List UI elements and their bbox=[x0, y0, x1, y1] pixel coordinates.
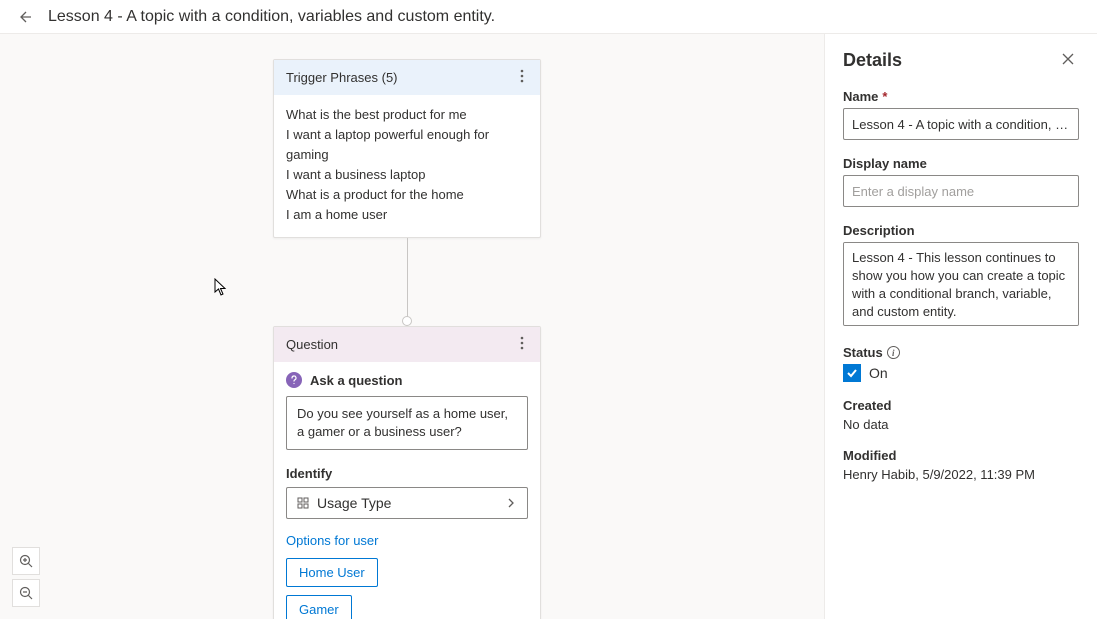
close-icon bbox=[1061, 52, 1075, 66]
option-chip[interactable]: Home User bbox=[286, 558, 378, 587]
identify-entity-select[interactable]: Usage Type bbox=[286, 487, 528, 519]
zoom-in-icon bbox=[19, 554, 33, 568]
display-name-label: Display name bbox=[843, 156, 1079, 171]
identify-value: Usage Type bbox=[317, 495, 391, 511]
status-checkbox[interactable] bbox=[843, 364, 861, 382]
description-input[interactable] bbox=[843, 242, 1079, 326]
trigger-phrases-list: What is the best product for me I want a… bbox=[274, 95, 540, 237]
trigger-phrase: I am a home user bbox=[286, 205, 528, 225]
modified-value: Henry Habib, 5/9/2022, 11:39 PM bbox=[843, 467, 1079, 482]
created-label: Created bbox=[843, 398, 1079, 413]
flow-column: Trigger Phrases (5) What is the best pro… bbox=[273, 59, 541, 619]
connector-line bbox=[407, 238, 408, 318]
arrow-left-icon bbox=[16, 9, 32, 25]
zoom-controls bbox=[12, 547, 40, 607]
status-text: On bbox=[869, 365, 888, 381]
trigger-phrase: What is a product for the home bbox=[286, 185, 528, 205]
question-icon bbox=[286, 372, 302, 388]
display-name-field: Display name bbox=[843, 156, 1079, 207]
connector-add-point[interactable] bbox=[402, 316, 412, 326]
status-label: Status bbox=[843, 345, 883, 360]
entity-icon bbox=[297, 497, 309, 509]
page-title: Lesson 4 - A topic with a condition, var… bbox=[48, 8, 495, 26]
question-node[interactable]: Question Ask a question Do you see yours… bbox=[273, 326, 541, 619]
display-name-input[interactable] bbox=[843, 175, 1079, 207]
authoring-canvas[interactable]: Trigger Phrases (5) What is the best pro… bbox=[0, 34, 824, 619]
created-field: Created No data bbox=[843, 398, 1079, 432]
trigger-phrase: What is the best product for me bbox=[286, 105, 528, 125]
description-field: Description bbox=[843, 223, 1079, 329]
mouse-cursor-icon bbox=[214, 278, 228, 296]
back-button[interactable] bbox=[12, 5, 36, 29]
identify-label: Identify bbox=[274, 462, 540, 487]
status-field: Status i On bbox=[843, 345, 1079, 382]
name-label: Name bbox=[843, 89, 878, 104]
details-panel: Details Name * Display name Description … bbox=[824, 34, 1097, 619]
details-title: Details bbox=[843, 50, 902, 71]
page-header: Lesson 4 - A topic with a condition, var… bbox=[0, 0, 1097, 34]
trigger-phrase: I want a business laptop bbox=[286, 165, 528, 185]
question-more-button[interactable] bbox=[516, 336, 528, 353]
trigger-node-header: Trigger Phrases (5) bbox=[274, 60, 540, 95]
more-vertical-icon bbox=[520, 69, 524, 83]
created-value: No data bbox=[843, 417, 1079, 432]
chevron-right-icon bbox=[505, 497, 517, 509]
name-field: Name * bbox=[843, 89, 1079, 140]
zoom-in-button[interactable] bbox=[12, 547, 40, 575]
name-input[interactable] bbox=[843, 108, 1079, 140]
zoom-out-icon bbox=[19, 586, 33, 600]
option-chip[interactable]: Gamer bbox=[286, 595, 352, 619]
details-header: Details bbox=[843, 48, 1079, 73]
options-for-user-link[interactable]: Options for user bbox=[274, 531, 540, 558]
required-marker: * bbox=[882, 89, 887, 104]
more-vertical-icon bbox=[520, 336, 524, 350]
check-icon bbox=[846, 367, 858, 379]
question-text-input[interactable]: Do you see yourself as a home user, a ga… bbox=[286, 396, 528, 450]
info-icon[interactable]: i bbox=[887, 346, 900, 359]
modified-label: Modified bbox=[843, 448, 1079, 463]
trigger-phrase: I want a laptop powerful enough for gami… bbox=[286, 125, 528, 165]
question-header-label: Question bbox=[286, 337, 338, 352]
ask-question-label: Ask a question bbox=[310, 373, 402, 388]
modified-field: Modified Henry Habib, 5/9/2022, 11:39 PM bbox=[843, 448, 1079, 482]
ask-question-row: Ask a question bbox=[274, 362, 540, 396]
user-options-list: Home User Gamer Business User bbox=[274, 558, 540, 619]
trigger-phrases-node[interactable]: Trigger Phrases (5) What is the best pro… bbox=[273, 59, 541, 238]
question-node-header: Question bbox=[274, 327, 540, 362]
description-label: Description bbox=[843, 223, 1079, 238]
close-details-button[interactable] bbox=[1057, 48, 1079, 73]
zoom-out-button[interactable] bbox=[12, 579, 40, 607]
node-connector bbox=[273, 238, 541, 326]
trigger-more-button[interactable] bbox=[516, 69, 528, 86]
trigger-header-label: Trigger Phrases (5) bbox=[286, 70, 398, 85]
